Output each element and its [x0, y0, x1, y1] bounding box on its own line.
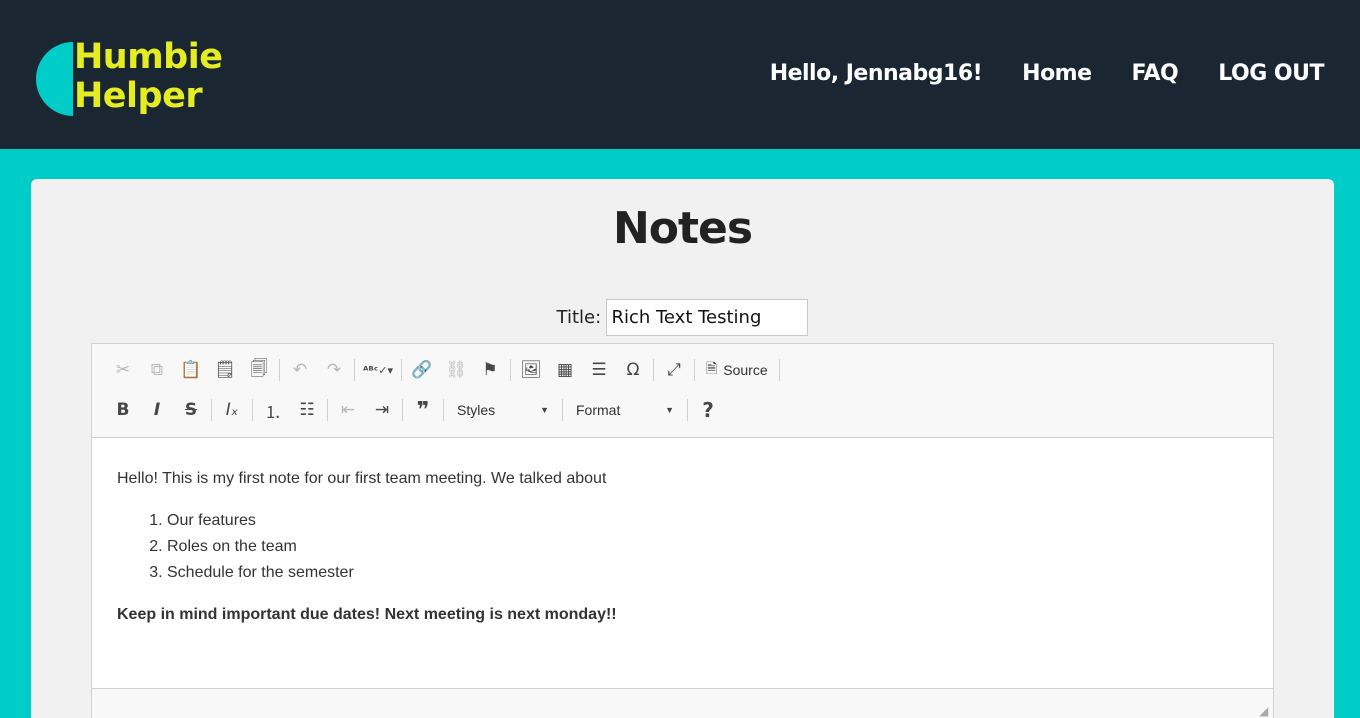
italic-icon[interactable]: I: [140, 396, 174, 424]
styles-dropdown[interactable]: Styles ▼: [447, 396, 559, 424]
toolbar-separator: [354, 359, 355, 381]
spellcheck-icon[interactable]: ᴬᴮᶜ✓▾: [358, 356, 398, 384]
logout-link[interactable]: LOG OUT: [1218, 56, 1324, 92]
unlink-icon[interactable]: ⛓: [439, 356, 473, 384]
numbered-list-icon[interactable]: ⒈: [256, 396, 290, 424]
toolbar-separator: [211, 399, 212, 421]
toolbar-row-1: ✂ ⧉ 📋 🗒 🗐 ↶ ↷ ᴬᴮᶜ✓▾ 🔗 ⛓ ⚑ 🖼 ▦ ☰ Ω ⤢ 🗎 So…: [106, 350, 1273, 390]
logo-text: Humbie Helper: [74, 37, 223, 116]
toolbar-separator: [778, 359, 780, 381]
title-label: Title:: [556, 307, 602, 328]
site-header: Humbie Helper Hello, Jennabg16! Home FAQ…: [0, 0, 1360, 149]
format-label: Format: [576, 402, 621, 418]
home-link[interactable]: Home: [1022, 56, 1092, 92]
paste-icon[interactable]: 📋: [174, 356, 208, 384]
link-icon[interactable]: 🔗: [405, 356, 439, 384]
anchor-icon[interactable]: ⚑: [473, 356, 507, 384]
toolbar-separator: [402, 399, 403, 421]
cut-icon[interactable]: ✂: [106, 356, 140, 384]
help-icon[interactable]: ?: [691, 396, 725, 424]
editor-footer: ◢: [92, 688, 1273, 718]
source-label: Source: [723, 362, 768, 378]
faq-link[interactable]: FAQ: [1132, 56, 1179, 92]
outdent-icon[interactable]: ⇤: [331, 396, 365, 424]
format-dropdown[interactable]: Format ▼: [566, 396, 684, 424]
list-item: Roles on the team: [167, 534, 1248, 560]
rich-text-editor: ✂ ⧉ 📋 🗒 🗐 ↶ ↷ ᴬᴮᶜ✓▾ 🔗 ⛓ ⚑ 🖼 ▦ ☰ Ω ⤢ 🗎 So…: [91, 343, 1274, 718]
toolbar-row-2: B I S Iₓ ⒈ ☷ ⇤ ⇥ ❞ Styles ▼ Format ▼ ?: [106, 390, 1273, 430]
editor-toolbar: ✂ ⧉ 📋 🗒 🗐 ↶ ↷ ᴬᴮᶜ✓▾ 🔗 ⛓ ⚑ 🖼 ▦ ☰ Ω ⤢ 🗎 So…: [92, 344, 1273, 438]
chevron-down-icon: ▼: [540, 405, 549, 415]
toolbar-separator: [279, 359, 280, 381]
closing-paragraph: Keep in mind important due dates! Next m…: [117, 606, 617, 623]
special-char-icon[interactable]: Ω: [616, 356, 650, 384]
toolbar-separator: [401, 359, 402, 381]
strike-icon[interactable]: S: [174, 396, 208, 424]
toolbar-separator: [694, 359, 695, 381]
toolbar-separator: [687, 399, 688, 421]
main-nav: Hello, Jennabg16! Home FAQ LOG OUT: [770, 56, 1325, 92]
source-button[interactable]: 🗎 Source: [698, 356, 776, 384]
horizontal-line-icon[interactable]: ☰: [582, 356, 616, 384]
list-item: Schedule for the semester: [167, 560, 1248, 586]
blockquote-icon[interactable]: ❞: [406, 396, 440, 424]
paste-text-icon[interactable]: 🗒: [208, 356, 242, 384]
page-title: Notes: [612, 203, 753, 254]
notes-card: Notes Title: ✂ ⧉ 📋 🗒 🗐 ↶ ↷ ᴬᴮᶜ✓▾ 🔗 ⛓ ⚑: [31, 179, 1334, 718]
redo-icon[interactable]: ↷: [317, 356, 351, 384]
title-input[interactable]: [606, 299, 809, 336]
remove-format-icon[interactable]: Iₓ: [215, 396, 249, 424]
bulleted-list-icon[interactable]: ☷: [290, 396, 324, 424]
maximize-icon[interactable]: ⤢: [657, 356, 691, 384]
source-icon: 🗎: [706, 360, 718, 376]
chevron-down-icon: ▼: [665, 405, 674, 415]
table-icon[interactable]: ▦: [548, 356, 582, 384]
toolbar-separator: [327, 399, 328, 421]
toolbar-separator: [653, 359, 654, 381]
toolbar-separator: [443, 399, 444, 421]
copy-icon[interactable]: ⧉: [140, 356, 174, 384]
indent-icon[interactable]: ⇥: [365, 396, 399, 424]
list-item: Our features: [167, 508, 1248, 534]
toolbar-separator: [562, 399, 563, 421]
logo-line-1: Humbie: [74, 37, 223, 77]
styles-label: Styles: [457, 402, 496, 418]
topics-list: Our features Roles on the team Schedule …: [167, 508, 1248, 586]
image-icon[interactable]: 🖼: [514, 356, 548, 384]
logo[interactable]: Humbie Helper: [36, 38, 226, 120]
toolbar-separator: [252, 399, 253, 421]
paste-word-icon[interactable]: 🗐: [242, 356, 276, 384]
toolbar-separator: [510, 359, 511, 381]
bold-icon[interactable]: B: [106, 396, 140, 424]
undo-icon[interactable]: ↶: [283, 356, 317, 384]
logo-line-2: Helper: [74, 76, 203, 116]
greeting-link[interactable]: Hello, Jennabg16!: [770, 56, 983, 92]
editor-content[interactable]: Hello! This is my first note for our fir…: [92, 438, 1273, 672]
intro-paragraph: Hello! This is my first note for our fir…: [117, 470, 607, 487]
title-row: Title:: [31, 299, 1334, 336]
resize-handle-icon[interactable]: ◢: [1259, 704, 1271, 718]
